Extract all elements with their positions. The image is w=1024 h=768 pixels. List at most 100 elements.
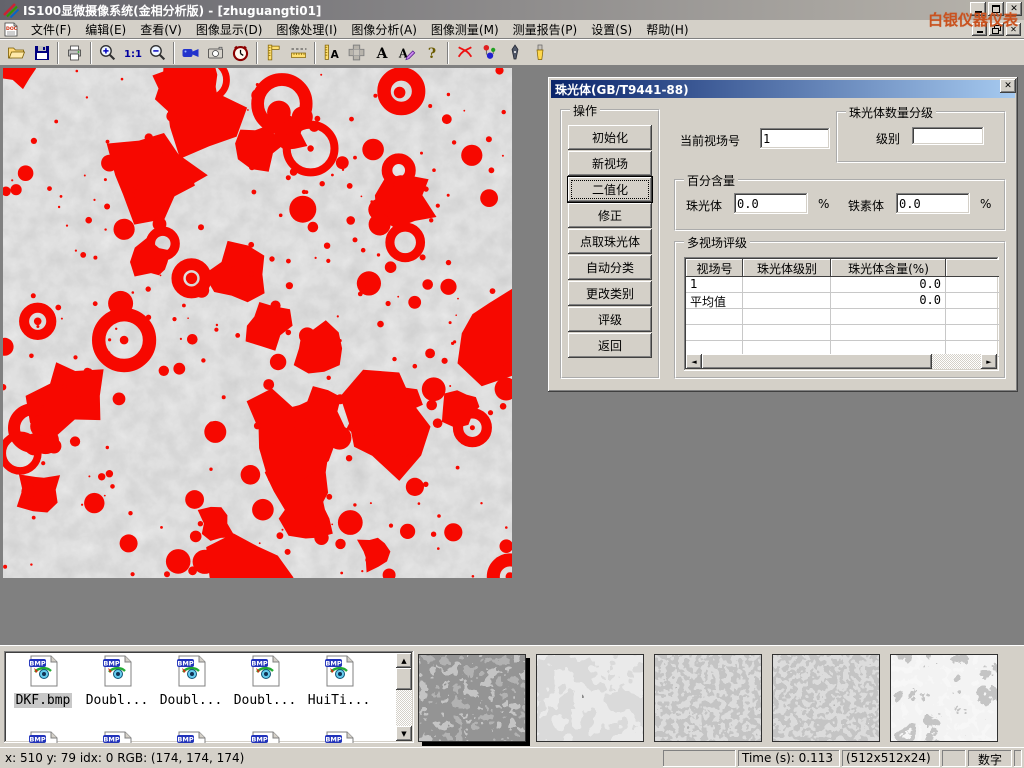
table-row[interactable]: 10.0 — [686, 277, 999, 293]
table-header-cell: 视场号 — [686, 259, 743, 277]
close-button[interactable]: ✕ — [1006, 2, 1022, 16]
text-button[interactable]: A — [369, 41, 394, 65]
pen-button[interactable] — [502, 41, 527, 65]
file-item[interactable]: DKF.bmp — [6, 655, 80, 708]
operations-group-label: 操作 — [570, 102, 600, 119]
file-item[interactable] — [80, 731, 154, 743]
table-horizontal-scrollbar[interactable]: ◄ ► — [686, 354, 997, 369]
table-row[interactable] — [686, 325, 999, 341]
table-cell: 0.0 — [831, 277, 946, 293]
snapshot-button[interactable] — [203, 41, 228, 65]
measure-label-button[interactable]: A — [319, 41, 344, 65]
save-floppy-icon — [33, 44, 51, 62]
save-button[interactable] — [29, 41, 54, 65]
menu-item[interactable]: 图像处理(I) — [269, 19, 344, 40]
binarized-micrograph-image[interactable] — [3, 68, 512, 578]
operation-button[interactable]: 新视场 — [568, 151, 652, 176]
dialog-title-text: 珠光体(GB/T9441-88) — [555, 81, 689, 98]
thumbnail-5[interactable] — [890, 654, 998, 742]
minimize-button[interactable] — [970, 2, 986, 16]
percent-group: 百分含量 珠光体 % 铁素体 % — [674, 179, 1006, 231]
scroll-up-button[interactable]: ▲ — [396, 653, 412, 668]
menu-item[interactable]: 查看(V) — [133, 19, 189, 40]
dialog-close-button[interactable]: ✕ — [1000, 79, 1016, 93]
operation-button[interactable]: 评级 — [568, 307, 652, 332]
scroll-down-button[interactable]: ▼ — [396, 726, 412, 741]
table-cell — [686, 325, 743, 341]
file-item[interactable] — [302, 731, 376, 743]
scroll-right-button[interactable]: ► — [981, 354, 997, 369]
grade-label: 级别 — [876, 130, 900, 147]
menu-item[interactable]: 文件(F) — [24, 19, 78, 40]
dialog-title-bar[interactable]: 珠光体(GB/T9441-88) — [551, 80, 1015, 98]
file-item[interactable] — [228, 731, 302, 743]
menu-item[interactable]: 图像分析(A) — [344, 19, 424, 40]
zoom-out-button[interactable] — [145, 41, 170, 65]
menu-item[interactable]: 测量报告(P) — [506, 19, 585, 40]
image-stitch-button[interactable] — [344, 41, 369, 65]
scrollbar-thumb[interactable] — [702, 354, 932, 369]
table-cell — [946, 293, 999, 309]
table-cell — [831, 309, 946, 325]
table-cell — [946, 309, 999, 325]
multiview-table[interactable]: 视场号珠光体级别珠光体含量(%)铁素体含量(%) 10.0平均值0.0 ◄ ► — [684, 257, 999, 371]
table-row[interactable]: 平均值0.0 — [686, 293, 999, 309]
mdi-minimize-button[interactable] — [972, 23, 987, 36]
menu-item[interactable]: 帮助(H) — [639, 19, 695, 40]
bmp-file-icon — [28, 655, 58, 688]
caliper-measure-button[interactable] — [261, 41, 286, 65]
delete-measure-button[interactable] — [452, 41, 477, 65]
mdi-restore-button[interactable] — [989, 23, 1004, 36]
file-list-scrollbar[interactable]: ▲ ▼ — [396, 653, 412, 741]
file-item[interactable]: Doubl... — [154, 655, 228, 708]
thumbnail-2[interactable] — [536, 654, 644, 742]
svg-text:DOC: DOC — [6, 26, 18, 32]
file-item[interactable] — [154, 731, 228, 743]
current-view-input[interactable] — [760, 128, 830, 149]
operation-button[interactable]: 二值化 — [568, 177, 652, 202]
operation-button[interactable]: 修正 — [568, 203, 652, 228]
mdi-close-button[interactable]: ✕ — [1006, 23, 1021, 36]
ferrite-percent-input[interactable] — [896, 193, 970, 214]
menu-item[interactable]: 编辑(E) — [78, 19, 133, 40]
open-button[interactable] — [4, 41, 29, 65]
particle-marker-button[interactable] — [477, 41, 502, 65]
file-list[interactable]: DKF.bmpDoubl...Doubl...Doubl...HuiTi... … — [4, 651, 414, 743]
thumbnail-3[interactable] — [654, 654, 762, 742]
file-name-label: Doubl... — [84, 693, 151, 708]
file-item[interactable]: HuiTi... — [302, 655, 376, 708]
pearlite-percent-input[interactable] — [734, 193, 808, 214]
ruler-measure-button[interactable] — [286, 41, 311, 65]
status-panel-empty — [1014, 750, 1022, 767]
operation-button[interactable]: 更改类别 — [568, 281, 652, 306]
operation-button[interactable]: 初始化 — [568, 125, 652, 150]
file-item[interactable]: Doubl... — [80, 655, 154, 708]
thumbnail-1[interactable] — [418, 654, 526, 742]
operation-button[interactable]: 点取珠光体 — [568, 229, 652, 254]
operation-button[interactable]: 自动分类 — [568, 255, 652, 280]
scrollbar-thumb[interactable] — [396, 668, 412, 690]
table-row[interactable] — [686, 309, 999, 325]
timer-button[interactable] — [228, 41, 253, 65]
file-item[interactable] — [6, 731, 80, 743]
print-button[interactable] — [62, 41, 87, 65]
file-item[interactable]: Doubl... — [228, 655, 302, 708]
menu-item[interactable]: 图像显示(D) — [189, 19, 270, 40]
thumbnail-4[interactable] — [772, 654, 880, 742]
scrollbar-track[interactable] — [702, 354, 981, 369]
menu-item[interactable]: 图像测量(M) — [424, 19, 506, 40]
bottom-panel: BMP DKF.bmpDoubl...Doubl...Doubl...HuiTi… — [0, 645, 1024, 747]
file-name-label: Doubl... — [232, 693, 299, 708]
operation-button[interactable]: 返回 — [568, 333, 652, 358]
scroll-left-button[interactable]: ◄ — [686, 354, 702, 369]
actual-size-button[interactable]: 1:1 — [120, 41, 145, 65]
zoom-in-button[interactable] — [95, 41, 120, 65]
grade-input[interactable] — [912, 127, 984, 145]
annotate-button[interactable]: A — [394, 41, 419, 65]
maximize-button[interactable] — [988, 2, 1004, 16]
video-capture-button[interactable] — [178, 41, 203, 65]
flashlight-button[interactable] — [527, 41, 552, 65]
help-button[interactable]: ? — [419, 41, 444, 65]
menu-item[interactable]: 设置(S) — [584, 19, 639, 40]
status-panel-empty — [663, 750, 736, 767]
